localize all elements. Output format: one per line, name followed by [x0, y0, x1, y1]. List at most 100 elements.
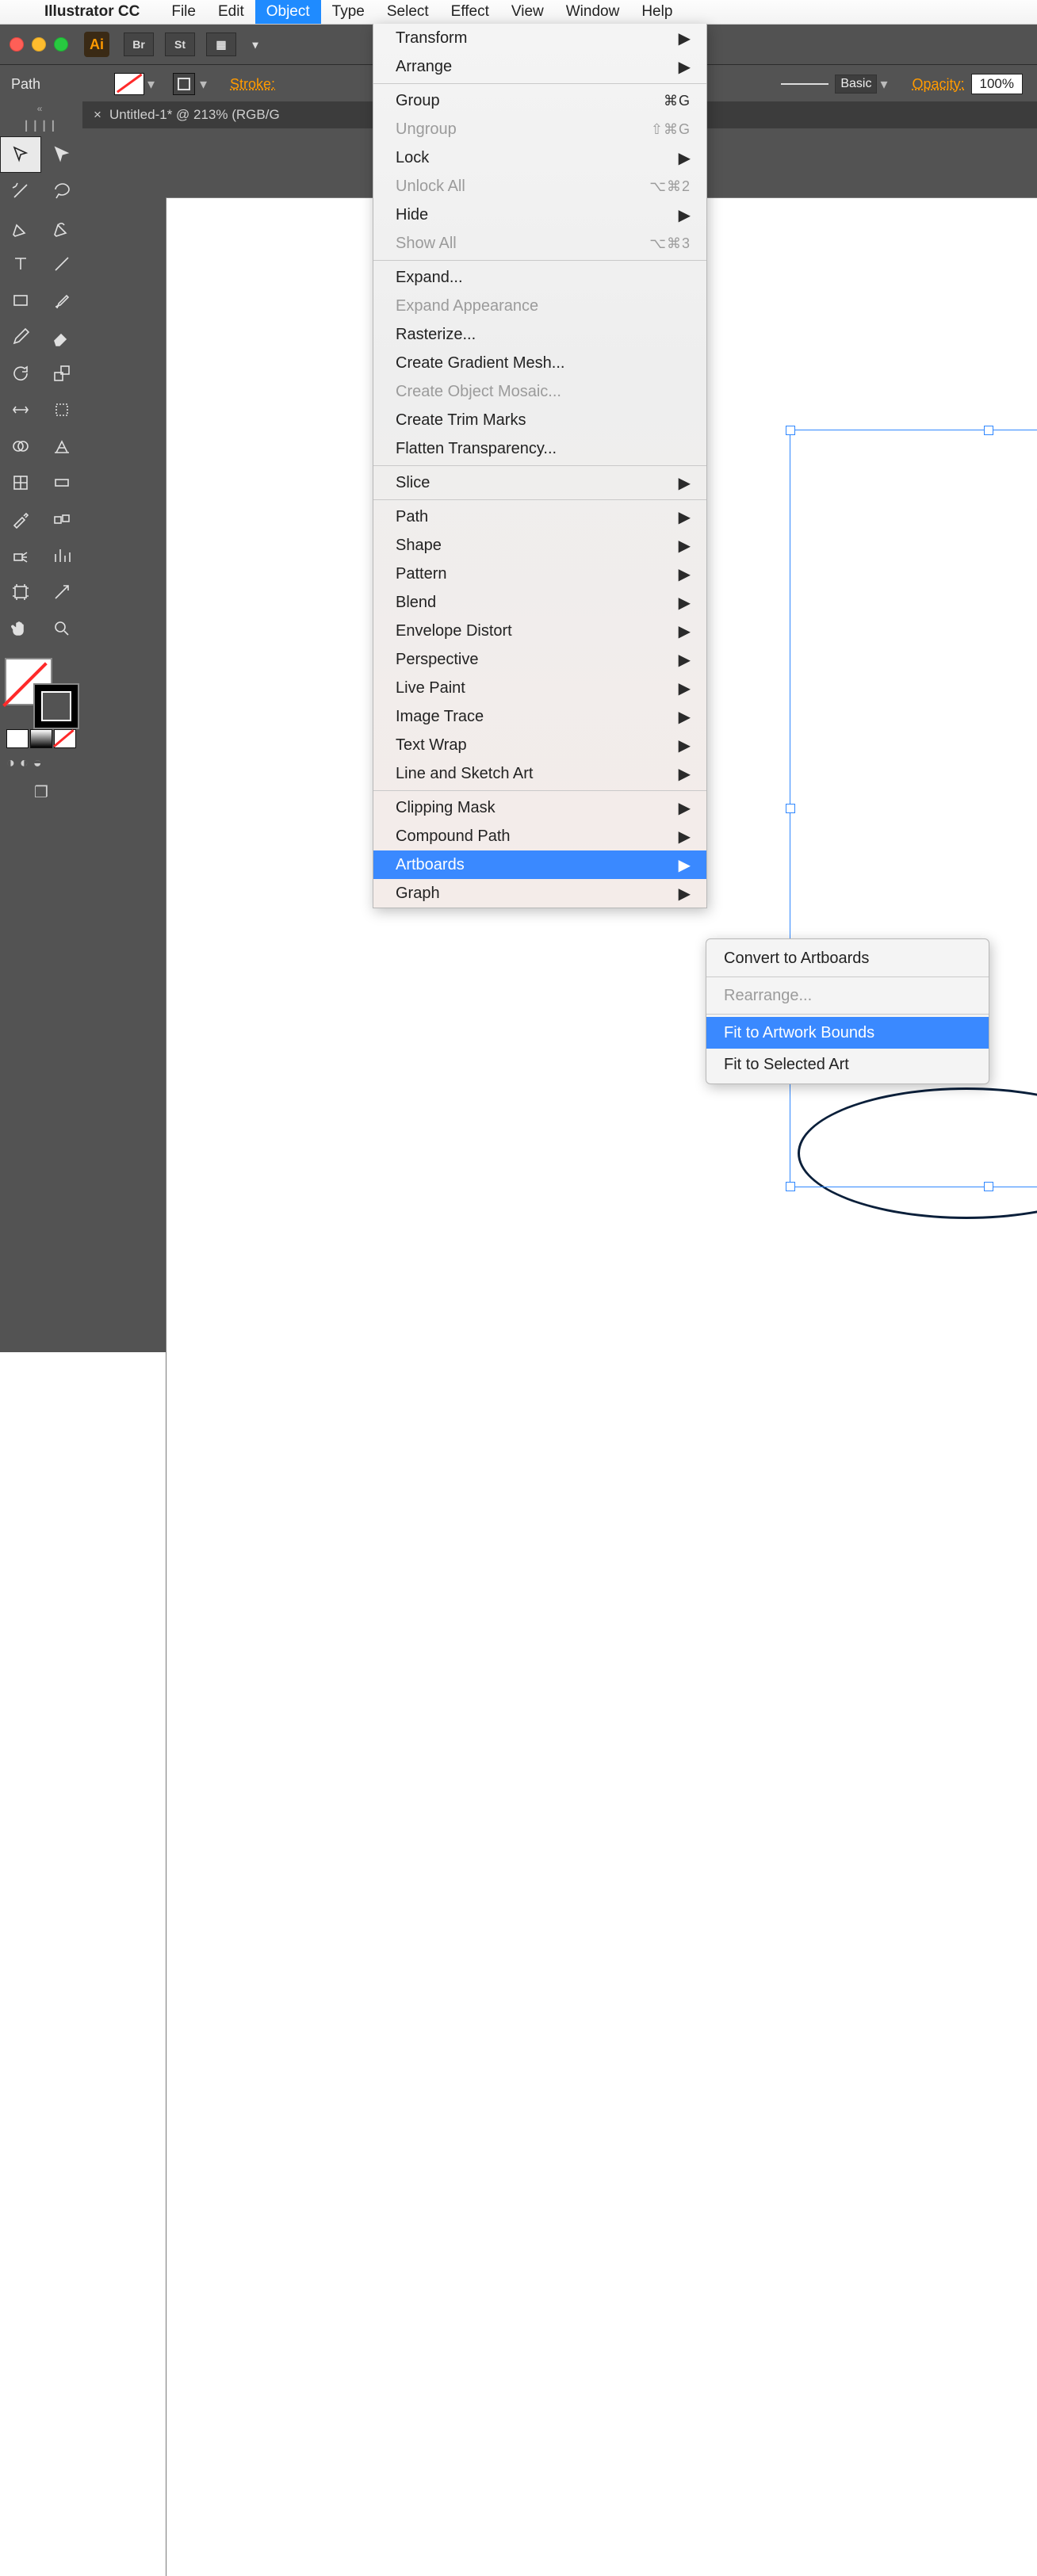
rectangle-tool[interactable]: [0, 282, 41, 319]
menu-item-arrange[interactable]: Arrange▶: [373, 52, 706, 81]
menu-item-clipping-mask[interactable]: Clipping Mask▶: [373, 793, 706, 822]
fill-stroke-control[interactable]: [0, 655, 82, 726]
menu-file[interactable]: File: [160, 0, 207, 24]
gradient-tool[interactable]: [41, 464, 82, 501]
stroke-dropdown-icon[interactable]: ▾: [200, 76, 211, 93]
menu-item-flatten-transparency[interactable]: Flatten Transparency...: [373, 434, 706, 463]
submenu-item-fit-to-artwork-bounds[interactable]: Fit to Artwork Bounds: [706, 1017, 989, 1049]
stroke-label[interactable]: Stroke:: [230, 76, 275, 93]
menu-item-pattern[interactable]: Pattern▶: [373, 560, 706, 588]
resize-handle[interactable]: [984, 1182, 993, 1191]
artboard-tool[interactable]: [0, 574, 41, 610]
pen-tool[interactable]: [0, 209, 41, 246]
direct-selection-tool[interactable]: [41, 136, 82, 173]
menu-edit[interactable]: Edit: [207, 0, 255, 24]
magic-wand-tool[interactable]: [0, 173, 41, 209]
menu-item-transform[interactable]: Transform▶: [373, 24, 706, 52]
menu-item-compound-path[interactable]: Compound Path▶: [373, 822, 706, 850]
curvature-tool[interactable]: [41, 209, 82, 246]
free-transform-tool[interactable]: [41, 392, 82, 428]
opacity-label[interactable]: Opacity:: [912, 76, 964, 93]
selection-tool[interactable]: [0, 136, 41, 173]
menu-item-blend[interactable]: Blend▶: [373, 588, 706, 617]
document-tab-title[interactable]: Untitled-1* @ 213% (RGB/G: [109, 107, 280, 123]
color-mode-gradient[interactable]: [30, 729, 52, 748]
resize-handle[interactable]: [786, 426, 795, 435]
stroke-color-icon[interactable]: [33, 683, 79, 729]
pencil-tool[interactable]: [0, 319, 41, 355]
menu-effect[interactable]: Effect: [440, 0, 500, 24]
close-window-button[interactable]: [10, 37, 24, 52]
menu-item-path[interactable]: Path▶: [373, 503, 706, 531]
menu-item-line-and-sketch-art[interactable]: Line and Sketch Art▶: [373, 759, 706, 788]
rotate-tool[interactable]: [0, 355, 41, 392]
menu-item-text-wrap[interactable]: Text Wrap▶: [373, 731, 706, 759]
arrange-documents-dropdown[interactable]: ▾: [247, 33, 263, 55]
blend-tool[interactable]: [41, 501, 82, 537]
menu-item-image-trace[interactable]: Image Trace▶: [373, 702, 706, 731]
menu-item-expand[interactable]: Expand...: [373, 263, 706, 292]
menu-item-graph[interactable]: Graph▶: [373, 879, 706, 908]
lasso-tool[interactable]: [41, 173, 82, 209]
column-graph-tool[interactable]: [41, 537, 82, 574]
fill-dropdown-icon[interactable]: ▾: [147, 76, 159, 93]
zoom-tool[interactable]: [41, 610, 82, 647]
hand-tool[interactable]: [0, 610, 41, 647]
brush-dropdown-icon[interactable]: ▾: [880, 76, 891, 93]
resize-handle[interactable]: [786, 804, 795, 813]
menu-item-create-gradient-mesh[interactable]: Create Gradient Mesh...: [373, 349, 706, 377]
submenu-item-fit-to-selected-art[interactable]: Fit to Selected Art: [706, 1049, 989, 1080]
draw-normal-icon[interactable]: ◑: [6, 755, 15, 771]
close-tab-button[interactable]: ×: [94, 107, 101, 123]
slice-tool[interactable]: [41, 574, 82, 610]
menu-window[interactable]: Window: [555, 0, 631, 24]
perspective-grid-tool[interactable]: [41, 428, 82, 464]
menu-help[interactable]: Help: [630, 0, 683, 24]
width-tool[interactable]: [0, 392, 41, 428]
paintbrush-tool[interactable]: [41, 282, 82, 319]
color-mode-solid[interactable]: [6, 729, 29, 748]
menu-item-shape[interactable]: Shape▶: [373, 531, 706, 560]
app-name[interactable]: Illustrator CC: [33, 0, 151, 24]
menu-item-group[interactable]: Group⌘G: [373, 86, 706, 115]
draw-behind-icon[interactable]: ◐: [20, 755, 29, 771]
menu-item-slice[interactable]: Slice▶: [373, 468, 706, 497]
menu-view[interactable]: View: [500, 0, 555, 24]
arrange-documents-button[interactable]: ▦: [206, 32, 236, 56]
zoom-window-button[interactable]: [54, 37, 68, 52]
panel-grip-icon[interactable]: «: [0, 101, 82, 119]
shape-builder-tool[interactable]: [0, 428, 41, 464]
fill-swatch[interactable]: [114, 73, 144, 95]
stock-button[interactable]: St: [165, 32, 195, 56]
resize-handle[interactable]: [786, 1182, 795, 1191]
opacity-value[interactable]: 100%: [971, 74, 1023, 94]
stroke-style-button[interactable]: [173, 73, 195, 95]
panel-handle-icon[interactable]: ┃┃┃┃: [0, 119, 82, 136]
menu-select[interactable]: Select: [376, 0, 440, 24]
color-mode-none[interactable]: [54, 729, 76, 748]
brush-name[interactable]: Basic: [835, 75, 877, 94]
menu-item-envelope-distort[interactable]: Envelope Distort▶: [373, 617, 706, 645]
screen-mode-button[interactable]: ❐: [34, 782, 48, 802]
menu-item-lock[interactable]: Lock▶: [373, 143, 706, 172]
menu-item-artboards[interactable]: Artboards▶: [373, 850, 706, 879]
menu-item-rasterize[interactable]: Rasterize...: [373, 320, 706, 349]
type-tool[interactable]: [0, 246, 41, 282]
menu-object[interactable]: Object: [255, 0, 321, 24]
mesh-tool[interactable]: [0, 464, 41, 501]
symbol-sprayer-tool[interactable]: [0, 537, 41, 574]
menu-item-create-trim-marks[interactable]: Create Trim Marks: [373, 406, 706, 434]
eyedropper-tool[interactable]: [0, 501, 41, 537]
menu-item-perspective[interactable]: Perspective▶: [373, 645, 706, 674]
draw-inside-icon[interactable]: ◒: [33, 755, 42, 771]
menu-type[interactable]: Type: [321, 0, 376, 24]
resize-handle[interactable]: [984, 426, 993, 435]
submenu-item-convert-to-artboards[interactable]: Convert to Artboards: [706, 942, 989, 974]
line-segment-tool[interactable]: [41, 246, 82, 282]
menu-item-hide[interactable]: Hide▶: [373, 201, 706, 229]
menu-item-live-paint[interactable]: Live Paint▶: [373, 674, 706, 702]
bridge-button[interactable]: Br: [124, 32, 154, 56]
minimize-window-button[interactable]: [32, 37, 46, 52]
eraser-tool[interactable]: [41, 319, 82, 355]
scale-tool[interactable]: [41, 355, 82, 392]
